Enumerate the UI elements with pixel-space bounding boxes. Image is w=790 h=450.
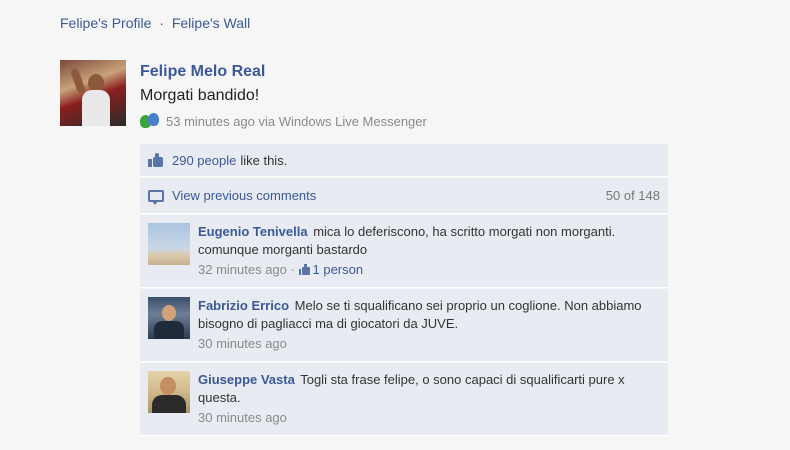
post-author[interactable]: Felipe Melo Real — [140, 63, 670, 81]
comment-timestamp[interactable]: 30 minutes ago — [198, 410, 287, 425]
comment-icon — [148, 189, 164, 205]
comment-meta-separator: · — [290, 262, 295, 277]
comment-text-block: Fabrizio Errico Melo se ti squalificano … — [198, 297, 660, 333]
comment-likes-count: 1 person — [312, 262, 364, 277]
feedback-section: 290 people like this. View previous comm… — [140, 144, 668, 437]
commenter-avatar[interactable] — [148, 223, 190, 265]
comment: Giuseppe Vasta Togli sta frase felipe, o… — [140, 363, 668, 436]
comment: Fabrizio Errico Melo se ti squalificano … — [140, 289, 668, 362]
author-avatar[interactable] — [60, 60, 126, 126]
comment-text-block: Giuseppe Vasta Togli sta frase felipe, o… — [198, 371, 660, 407]
comments-count: 50 of 148 — [605, 188, 660, 203]
messenger-icon — [140, 113, 160, 129]
likes-count-link[interactable]: 290 people — [172, 153, 236, 168]
commenter-avatar[interactable] — [148, 371, 190, 413]
commenter-name[interactable]: Eugenio Tenivella — [198, 224, 308, 239]
breadcrumb-profile-link[interactable]: Felipe's Profile — [60, 15, 151, 31]
comment: Eugenio Tenivella mica lo deferiscono, h… — [140, 215, 668, 288]
post-message: Morgati bandido! — [140, 87, 260, 104]
breadcrumb-separator: · — [159, 15, 164, 31]
likes-row: 290 people like this. — [140, 144, 668, 177]
thumbs-up-icon — [298, 264, 311, 275]
comment-meta: 30 minutes ago — [198, 409, 660, 427]
comment-likes-link[interactable]: 1 person — [298, 262, 364, 277]
breadcrumb-wall-link[interactable]: Felipe's Wall — [172, 15, 250, 31]
post-body: Felipe Melo Real Morgati bandido! 53 min… — [140, 63, 670, 129]
comment-meta: 32 minutes ago · 1 person — [198, 261, 660, 279]
comment-timestamp[interactable]: 30 minutes ago — [198, 336, 287, 351]
commenter-avatar[interactable] — [148, 297, 190, 339]
post-timestamp[interactable]: 53 minutes ago via Windows Live Messenge… — [166, 114, 427, 129]
comment-timestamp[interactable]: 32 minutes ago — [198, 262, 287, 277]
commenter-name[interactable]: Fabrizio Errico — [198, 298, 289, 313]
thumbs-up-icon — [148, 153, 164, 167]
breadcrumb: Felipe's Profile · Felipe's Wall — [60, 15, 250, 31]
view-previous-comments-link[interactable]: View previous comments — [172, 188, 316, 203]
post-meta: 53 minutes ago via Windows Live Messenge… — [140, 113, 670, 129]
commenter-name[interactable]: Giuseppe Vasta — [198, 372, 295, 387]
previous-comments-row: View previous comments 50 of 148 — [140, 178, 668, 214]
comment-meta: 30 minutes ago — [198, 335, 660, 353]
likes-suffix: like this. — [240, 152, 288, 168]
comment-text-block: Eugenio Tenivella mica lo deferiscono, h… — [198, 223, 660, 259]
